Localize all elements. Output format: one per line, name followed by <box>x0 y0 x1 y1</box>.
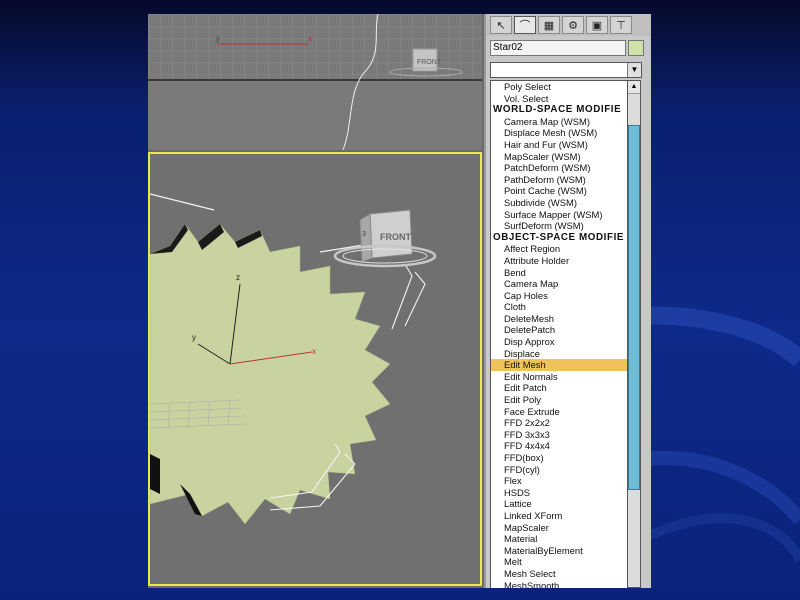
viewcube <box>333 209 437 268</box>
max-application-window: x y FRONT x y z FRONT 3 ↖ ⌒ ▦ ⚙ ▣ ⊤ Star… <box>148 14 651 588</box>
modifier-list-item[interactable]: FFD(cyl) <box>491 464 628 476</box>
modifier-list-item[interactable]: Disp Approx <box>491 336 628 348</box>
modifier-list-item[interactable]: PatchDeform (WSM) <box>491 162 628 174</box>
modifier-list-item[interactable]: HSDS <box>491 487 628 499</box>
top-viewport[interactable]: x y FRONT <box>148 14 482 150</box>
top-viewport-canvas <box>148 14 482 150</box>
object-color-swatch[interactable] <box>628 40 644 56</box>
command-panel-tabs: ↖ ⌒ ▦ ⚙ ▣ ⊤ <box>486 14 651 36</box>
modify-arc-icon: ⌒ <box>519 20 531 32</box>
modifier-list-item[interactable]: Lattice <box>491 498 628 510</box>
modifier-list-header: WORLD-SPACE MODIFIE <box>493 104 622 116</box>
modifier-list-item[interactable]: Poly Select <box>491 81 628 93</box>
modifier-list-item[interactable]: Cap Holes <box>491 290 628 302</box>
object-name-field[interactable]: Star02 <box>490 40 626 56</box>
modifier-list-item[interactable]: FFD 4x4x4 <box>491 440 628 452</box>
modifier-list-item[interactable]: MaterialByElement <box>491 545 628 557</box>
modifier-list-item[interactable]: Edit Patch <box>491 382 628 394</box>
modifier-list-item[interactable]: Subdivide (WSM) <box>491 197 628 209</box>
perspective-viewport[interactable]: x y z FRONT 3 <box>148 152 482 586</box>
modifier-list-item[interactable]: Edit Mesh <box>491 359 628 371</box>
modifier-list-item[interactable]: Hair and Fur (WSM) <box>491 139 628 151</box>
motion-tab[interactable]: ⚙ <box>562 16 584 34</box>
star-shape <box>150 223 391 525</box>
modifier-list-item[interactable]: FFD 2x2x2 <box>491 417 628 429</box>
create-tab[interactable]: ↖ <box>490 16 512 34</box>
modifier-list-item[interactable]: FFD 3x3x3 <box>491 429 628 441</box>
modifier-list-item[interactable]: Attribute Holder <box>491 255 628 267</box>
pointer-icon: ↖ <box>496 19 506 32</box>
modifier-list-scrollbar[interactable]: ▲ <box>627 80 641 588</box>
modifier-list-item[interactable]: SurfDeform (WSM) <box>491 220 628 232</box>
modifier-list-item[interactable]: Affect Region <box>491 243 628 255</box>
modifier-list-item[interactable]: MapScaler <box>491 522 628 534</box>
modifier-list-item[interactable]: PathDeform (WSM) <box>491 174 628 186</box>
modifier-list-item[interactable]: Mesh Select <box>491 568 628 580</box>
monitor-icon: ▣ <box>591 19 603 32</box>
display-tab[interactable]: ▣ <box>586 16 608 34</box>
chevron-down-icon[interactable]: ▼ <box>627 63 641 77</box>
modifier-list-item[interactable]: Face Extrude <box>491 406 628 418</box>
command-panel: ↖ ⌒ ▦ ⚙ ▣ ⊤ Star02 ▼ Poly Select Vol. Sel… <box>484 14 651 588</box>
scroll-up-icon[interactable]: ▲ <box>628 81 640 94</box>
modifier-list-item[interactable]: Surface Mapper (WSM) <box>491 209 628 221</box>
utilities-tab[interactable]: ⊤ <box>610 16 632 34</box>
scrollbar-thumb[interactable] <box>628 125 640 490</box>
modifier-list-item[interactable]: Point Cache (WSM) <box>491 185 628 197</box>
modifier-list-item[interactable]: Melt <box>491 556 628 568</box>
modifier-list-item[interactable]: Edit Normals <box>491 371 628 383</box>
hierarchy-tab[interactable]: ▦ <box>538 16 560 34</box>
modifier-list-item[interactable]: Edit Poly <box>491 394 628 406</box>
modifier-list-item[interactable]: Cloth <box>491 301 628 313</box>
modifier-list[interactable]: Poly Select Vol. Select WORLD-SPACE MODIFI… <box>490 80 628 588</box>
modifier-list-item[interactable]: Vol. Select <box>491 93 628 105</box>
modifier-list-item[interactable]: Displace Mesh (WSM) <box>491 127 628 139</box>
hierarchy-icon: ▦ <box>543 19 555 32</box>
motion-wheel-icon: ⚙ <box>568 19 578 32</box>
modifier-list-item[interactable]: Camera Map <box>491 278 628 290</box>
modifier-list-item[interactable]: Material <box>491 533 628 545</box>
modifier-list-item[interactable]: Camera Map (WSM) <box>491 116 628 128</box>
hammer-icon: ⊤ <box>616 19 626 32</box>
modify-tab[interactable]: ⌒ <box>514 16 536 34</box>
modifier-list-item[interactable]: Flex <box>491 475 628 487</box>
perspective-canvas <box>150 193 437 525</box>
modifier-list-item[interactable]: Bend <box>491 267 628 279</box>
modifier-list-item[interactable]: DeletePatch <box>491 324 628 336</box>
modifier-list-item[interactable]: Displace <box>491 348 628 360</box>
modifier-list-item[interactable]: MapScaler (WSM) <box>491 151 628 163</box>
modifier-list-header: OBJECT-SPACE MODIFIE <box>493 231 625 243</box>
modifier-list-item[interactable]: MeshSmooth <box>491 580 628 588</box>
modifier-list-item[interactable]: DeleteMesh <box>491 313 628 325</box>
modifier-list-item[interactable]: FFD(box) <box>491 452 628 464</box>
modifier-list-item[interactable]: Linked XForm <box>491 510 628 522</box>
modifier-list-dropdown[interactable]: ▼ <box>490 62 642 78</box>
